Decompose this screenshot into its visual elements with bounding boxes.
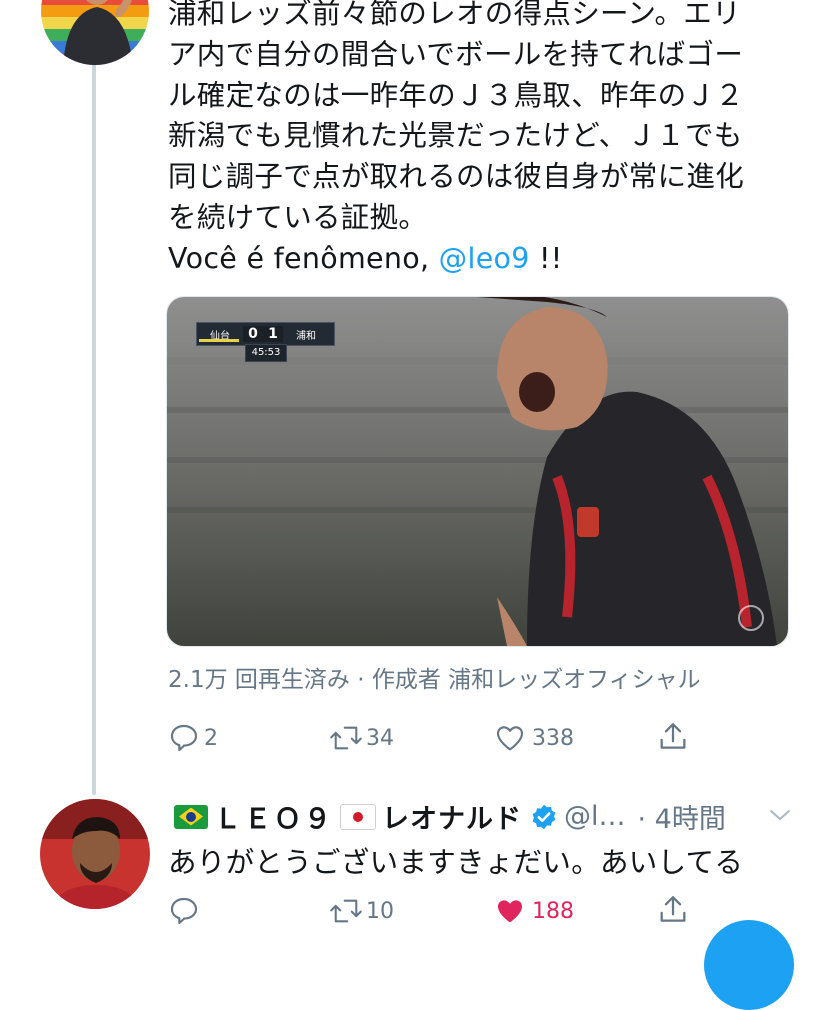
match-clock: 45:53 — [245, 344, 287, 362]
like-icon — [496, 726, 524, 751]
reply-header: ＬＥＯ９ レオナルド @l… · 4時間 — [168, 797, 818, 836]
verified-badge-icon — [532, 804, 556, 829]
display-name[interactable]: ＬＥＯ９ — [214, 797, 334, 836]
tweet-text: 浦和レッズ前々節のレオの得点シーン。エリ ア内で自分の間合いでボールを持てればゴ… — [168, 0, 808, 280]
reply-retweet-button[interactable]: 10 — [328, 895, 394, 927]
tweet-text-line: 同じ調子で点が取れるのは彼自身が常に進化 — [168, 160, 745, 194]
tweet-text-line: 新潟でも見慣れた光景だったけど、Ｊ１でも — [168, 119, 743, 153]
retweet-button[interactable]: 34 — [328, 722, 394, 754]
tweet-text-last-line: Você é fenômeno, @leo9 !! — [168, 239, 808, 280]
chevron-down-icon[interactable] — [768, 806, 792, 824]
display-name-kana[interactable]: レオナルド — [382, 797, 522, 836]
retweet-count: 34 — [366, 725, 394, 751]
like-icon — [498, 900, 522, 923]
reply-text: ありがとうございますきょだい。あいしてる — [168, 846, 744, 879]
reply-share-button[interactable] — [656, 893, 690, 927]
like-count: 188 — [532, 898, 574, 924]
scoreboard: 仙台 0 1 浦和 — [196, 322, 335, 346]
japan-flag-icon — [340, 803, 376, 830]
tweet-text-line: 浦和レッズ前々節のレオの得点シーン。エリ — [168, 0, 741, 30]
tweet-text-suffix: !! — [529, 241, 563, 275]
reply-count: 2 — [204, 725, 218, 751]
like-count: 338 — [532, 725, 574, 751]
tweet-text-prefix: Você é fenômeno, — [168, 241, 439, 275]
retweet-count: 10 — [366, 898, 394, 924]
timestamp[interactable]: · 4時間 — [638, 797, 726, 836]
reply-reply-button[interactable] — [168, 895, 200, 927]
reply-button[interactable]: 2 — [168, 722, 218, 754]
retweet-icon — [330, 726, 362, 750]
reply-icon — [170, 897, 198, 925]
share-icon — [660, 896, 686, 922]
away-team: 浦和 — [296, 330, 316, 342]
reply-avatar[interactable] — [40, 799, 150, 909]
reply-icon — [170, 724, 198, 752]
brazil-flag-icon — [174, 804, 208, 829]
score-bar — [199, 339, 239, 342]
handle[interactable]: @l… — [564, 801, 626, 832]
league-logo-icon — [738, 605, 764, 631]
tweet-text-line: を続けている証拠。 — [168, 200, 428, 234]
compose-button[interactable] — [704, 920, 794, 1010]
thread-connector — [92, 60, 96, 795]
retweet-icon — [330, 899, 362, 923]
tweet-text-line: ル確定なのは一昨年のＪ３鳥取、昨年のＪ２ — [168, 78, 745, 112]
mention-link[interactable]: @leo9 — [439, 242, 530, 275]
share-button[interactable] — [656, 720, 690, 754]
like-button[interactable]: 338 — [494, 722, 574, 754]
avatar[interactable] — [41, 0, 149, 65]
away-score: 1 — [263, 326, 283, 342]
tweet-text-line: ア内で自分の間合いでボールを持てればゴー — [168, 37, 744, 71]
share-icon — [660, 723, 686, 749]
home-score: 0 — [243, 326, 263, 342]
view-count: 2.1万 回再生済み · 作成者 浦和レッズオフィシャル — [168, 667, 701, 693]
reply-like-button[interactable]: 188 — [494, 895, 574, 927]
